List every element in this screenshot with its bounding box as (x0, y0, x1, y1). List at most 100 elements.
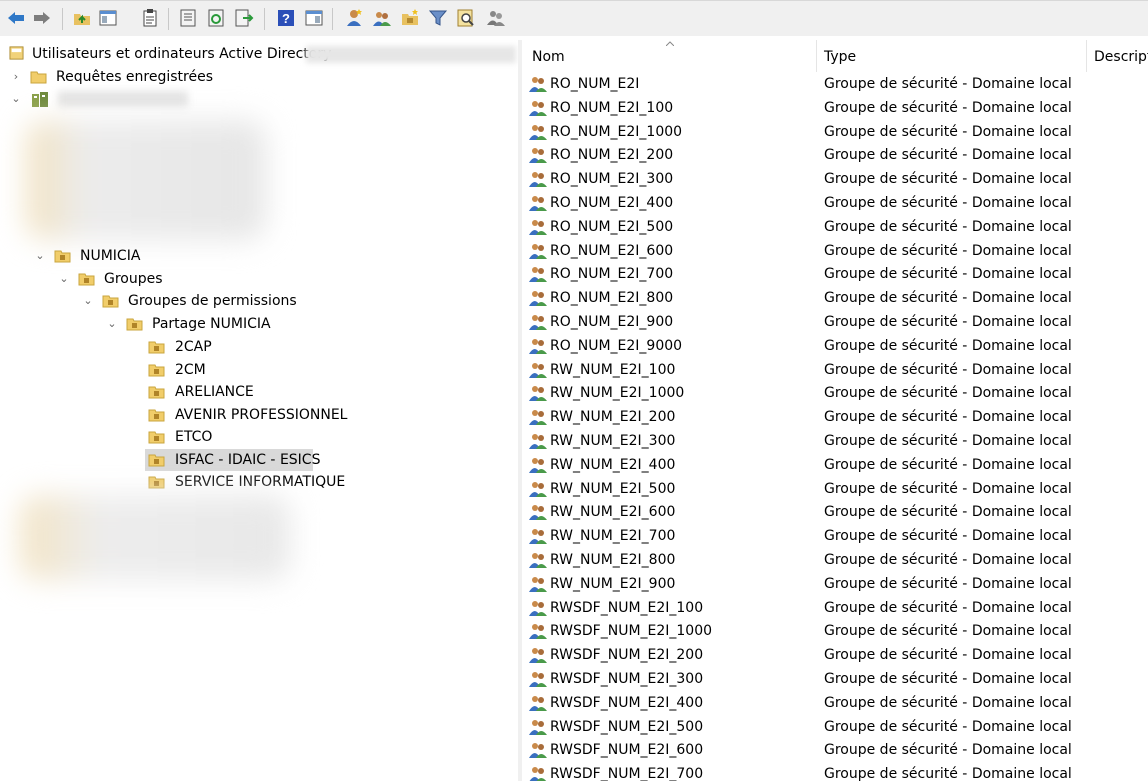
row-name: RW_NUM_E2I_800 (550, 552, 676, 568)
new-user-icon[interactable] (344, 8, 364, 28)
list-row[interactable]: RO_NUM_E2I_400 Groupe de sécurité - Domai… (522, 191, 1148, 215)
list-row[interactable]: RW_NUM_E2I_100 Groupe de sécurité - Domai… (522, 358, 1148, 382)
svg-text:?: ? (282, 11, 290, 26)
chevron-down-icon[interactable]: ⌄ (58, 268, 70, 290)
filter-icon[interactable] (428, 8, 448, 28)
list-row[interactable]: RW_NUM_E2I_900 Groupe de sécurité - Domai… (522, 572, 1148, 596)
list-row[interactable]: RO_NUM_E2I_700 Groupe de sécurité - Domai… (522, 262, 1148, 286)
list-row[interactable]: RW_NUM_E2I_600 Groupe de sécurité - Domai… (522, 500, 1148, 524)
tree-node-groupes-de-permissions[interactable]: ⌄ Groupes de permissions (0, 290, 518, 312)
ou-folder-icon (148, 409, 165, 421)
tree-leaf-label: AVENIR PROFESSIONNEL (175, 406, 348, 423)
tree-leaf[interactable]: ARELIANCE (0, 381, 518, 403)
row-name: RWSDF_NUM_E2I_400 (550, 694, 704, 711)
list-row[interactable]: RWSDF_NUM_E2I_300 Groupe de sécurité - Do… (522, 667, 1148, 691)
tree-node-groupes[interactable]: ⌄ Groupes (0, 268, 518, 290)
list-row[interactable]: RW_NUM_E2I_1000 Groupe de sécurité - Doma… (522, 381, 1148, 405)
add-to-group-icon[interactable] (486, 8, 506, 28)
column-divider[interactable] (1086, 40, 1087, 72)
tree-leaf[interactable]: AVENIR PROFESSIONNEL (0, 404, 518, 426)
properties-icon[interactable] (178, 8, 198, 28)
row-type: Groupe de sécurité - Domaine local (824, 385, 1072, 402)
tree-leaf-label: ETCO (175, 429, 213, 445)
list-row[interactable]: RW_NUM_E2I_500 Groupe de sécurité - Domai… (522, 477, 1148, 501)
row-type: Groupe de sécurité - Domaine local (824, 171, 1072, 188)
chevron-down-icon[interactable]: ⌄ (106, 313, 118, 335)
row-name: RO_NUM_E2I_600 (550, 242, 674, 259)
list-row[interactable]: RO_NUM_E2I Groupe de sécurité - Domaine l… (522, 72, 1148, 96)
list-row[interactable]: RO_NUM_E2I_9000 Groupe de sécurité - Doma… (522, 334, 1148, 358)
tree-leaf-label: ARELIANCE (175, 384, 254, 400)
security-group-icon (529, 362, 547, 378)
row-name: RO_NUM_E2I_100 (550, 99, 674, 116)
list-row[interactable]: RWSDF_NUM_E2I_500 Groupe de sécurité - Do… (522, 715, 1148, 739)
row-name: RWSDF_NUM_E2I_300 (550, 671, 704, 687)
list-row[interactable]: RWSDF_NUM_E2I_200 Groupe de sécurité - Do… (522, 643, 1148, 667)
row-type: Groupe de sécurité - Domaine local (824, 123, 1072, 140)
tree-node-partage-numicia[interactable]: ⌄ Partage NUMICIA (0, 313, 518, 335)
list-row[interactable]: RO_NUM_E2I_200 Groupe de sécurité - Domai… (522, 143, 1148, 167)
list-row[interactable]: RO_NUM_E2I_300 Groupe de sécurité - Domai… (522, 167, 1148, 191)
list-row[interactable]: RWSDF_NUM_E2I_100 Groupe de sécurité - Do… (522, 596, 1148, 620)
ou-folder-icon (148, 454, 165, 466)
list-row[interactable]: RO_NUM_E2I_500 Groupe de sécurité - Domai… (522, 215, 1148, 239)
forward-arrow-icon[interactable] (32, 8, 52, 28)
row-type: Groupe de sécurité - Domaine local (824, 337, 1072, 354)
clipboard-icon[interactable] (140, 8, 160, 28)
list-row[interactable]: RW_NUM_E2I_800 Groupe de sécurité - Domai… (522, 548, 1148, 572)
results-list[interactable]: Nom Type Descript RO_NUM_E2I Groupe de sé… (522, 40, 1148, 781)
chevron-down-icon[interactable]: ⌄ (82, 290, 94, 312)
tree-node-numicia[interactable]: ⌄ NUMICIA (0, 245, 518, 267)
row-type: Groupe de sécurité - Domaine local (824, 742, 1072, 759)
tree-leaf[interactable]: ETCO (0, 426, 518, 448)
list-row[interactable]: RWSDF_NUM_E2I_1000 Groupe de sécurité - D… (522, 619, 1148, 643)
console-tree[interactable]: Utilisateurs et ordinateurs Active Direc… (0, 40, 518, 781)
tree-leaf[interactable]: 2CAP (0, 336, 518, 358)
export-list-icon[interactable] (234, 8, 254, 28)
tree-saved-queries-label: Requêtes enregistrées (56, 69, 214, 85)
list-row[interactable]: RW_NUM_E2I_200 Groupe de sécurité - Domai… (522, 405, 1148, 429)
new-group-icon[interactable] (372, 8, 392, 28)
tree-root[interactable]: Utilisateurs et ordinateurs Active Direc… (0, 43, 518, 65)
list-row[interactable]: RWSDF_NUM_E2I_400 Groupe de sécurité - Do… (522, 691, 1148, 715)
list-row[interactable]: RO_NUM_E2I_800 Groupe de sécurité - Domai… (522, 286, 1148, 310)
row-name: RWSDF_NUM_E2I_200 (550, 647, 704, 664)
tree-leaf[interactable]: ISFAC - IDAIC - ESICS (0, 448, 518, 471)
chevron-down-icon[interactable]: ⌄ (34, 245, 46, 267)
tree-node-label: Groupes de permissions (128, 293, 297, 309)
new-ou-icon[interactable] (400, 8, 420, 28)
row-name: RO_NUM_E2I_500 (550, 218, 674, 235)
toolbar-separator (264, 8, 265, 30)
show-hide-console-tree-icon[interactable] (98, 8, 118, 28)
back-arrow-icon[interactable] (6, 8, 26, 28)
chevron-down-icon[interactable]: ⌄ (10, 88, 22, 110)
list-row[interactable]: RO_NUM_E2I_600 Groupe de sécurité - Domai… (522, 239, 1148, 263)
tree-leaf[interactable]: SERVICE INFORMATIQUE (0, 471, 518, 493)
row-type: Groupe de sécurité - Domaine local (824, 409, 1072, 426)
list-row[interactable]: RO_NUM_E2I_100 Groupe de sécurité - Domai… (522, 96, 1148, 120)
chevron-right-icon[interactable]: › (10, 66, 22, 88)
up-folder-icon[interactable] (72, 8, 92, 28)
list-row[interactable]: RWSDF_NUM_E2I_700 Groupe de sécurité - Do… (522, 762, 1148, 781)
list-row[interactable]: RO_NUM_E2I_900 Groupe de sécurité - Domai… (522, 310, 1148, 334)
list-row[interactable]: RWSDF_NUM_E2I_600 Groupe de sécurité - Do… (522, 738, 1148, 762)
column-header-description[interactable]: Descript (1094, 49, 1148, 65)
tree-domain[interactable]: ⌄ (0, 88, 518, 110)
help-icon[interactable]: ? (276, 8, 296, 28)
tree-leaf[interactable]: 2CM (0, 359, 518, 381)
list-row[interactable]: RW_NUM_E2I_400 Groupe de sécurité - Domai… (522, 453, 1148, 477)
list-row[interactable]: RW_NUM_E2I_300 Groupe de sécurité - Domai… (522, 429, 1148, 453)
row-type: Groupe de sécurité - Domaine local (824, 504, 1072, 521)
folder-icon (30, 71, 47, 84)
row-type: Groupe de sécurité - Domaine local (824, 266, 1072, 283)
security-group-icon (529, 600, 547, 616)
column-header-nom[interactable]: Nom (532, 49, 565, 65)
list-row[interactable]: RO_NUM_E2I_1000 Groupe de sécurité - Doma… (522, 120, 1148, 144)
column-divider[interactable] (816, 40, 817, 72)
tree-saved-queries[interactable]: › Requêtes enregistrées (0, 66, 518, 88)
action-pane-icon[interactable] (304, 8, 324, 28)
column-header-type[interactable]: Type (824, 49, 856, 65)
refresh-icon[interactable] (206, 8, 226, 28)
find-icon[interactable] (456, 8, 476, 28)
list-row[interactable]: RW_NUM_E2I_700 Groupe de sécurité - Domai… (522, 524, 1148, 548)
